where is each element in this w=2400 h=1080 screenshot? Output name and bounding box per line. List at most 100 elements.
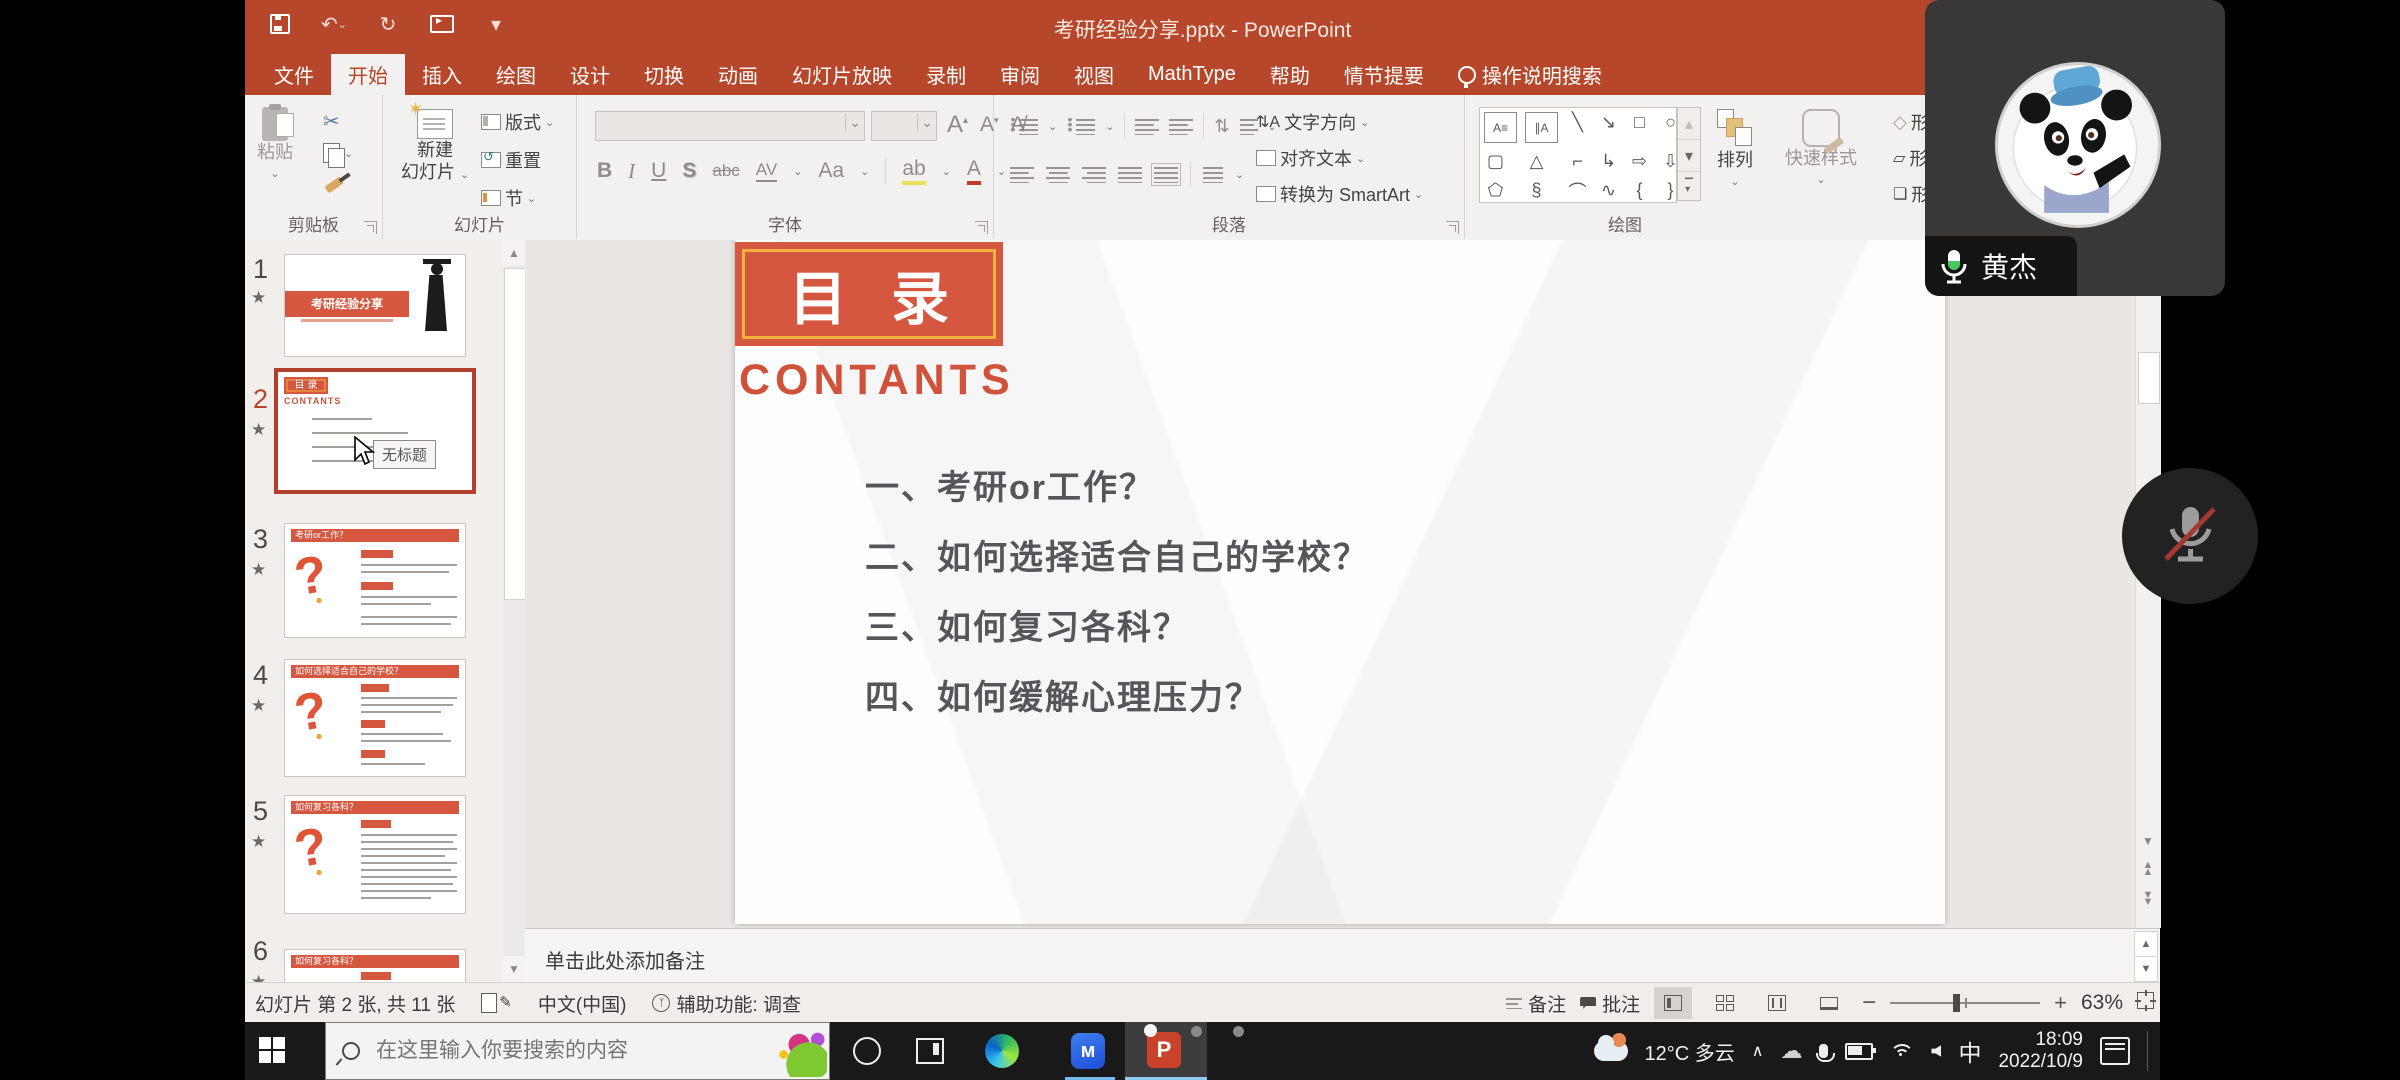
align-right-icon[interactable] <box>1082 166 1106 183</box>
new-slide-button[interactable]: 新建 幻灯片 ⌄ <box>401 109 469 186</box>
task-view-icon[interactable] <box>913 1034 947 1068</box>
shape-curve-icon[interactable]: ∿ <box>1593 176 1624 205</box>
change-case-button[interactable]: Aa <box>818 159 844 183</box>
shape-scribble-icon[interactable]: § <box>1521 176 1552 205</box>
search-input[interactable] <box>374 1038 708 1064</box>
format-painter-button[interactable] <box>325 181 343 189</box>
toc-heading-box[interactable]: 目 录 <box>735 242 1003 346</box>
convert-smartart-button[interactable]: 转换为 SmartArt⌄ <box>1256 181 1423 207</box>
toc-subheading[interactable]: CONTANTS <box>739 356 1015 405</box>
tab-mathtype[interactable]: MathType <box>1131 54 1253 95</box>
align-left-icon[interactable] <box>1010 166 1034 183</box>
thumbnail-slide-2-selected[interactable]: 目 录 CONTANTS <box>278 372 472 490</box>
font-name-combo[interactable] <box>595 111 865 141</box>
text-direction-button[interactable]: ⇅A文字方向⌄ <box>1256 109 1369 135</box>
tab-transitions[interactable]: 切换 <box>627 54 701 95</box>
paste-button[interactable]: 粘贴⌄ <box>257 107 293 185</box>
search-highlights-icon[interactable] <box>765 1027 827 1077</box>
zoom-slider[interactable] <box>1890 1002 2040 1004</box>
align-text-button[interactable]: 对齐文本⌄ <box>1256 145 1365 171</box>
accessibility-status[interactable]: ᛉ 辅助功能: 调查 <box>652 990 801 1017</box>
zoom-in-button[interactable]: + <box>2054 990 2067 1016</box>
highlight-color-button[interactable]: ab <box>902 157 925 185</box>
reset-button[interactable]: 重置 <box>481 147 541 173</box>
shape-elbow-arrow-icon[interactable]: ↳ <box>1593 147 1624 176</box>
tab-home[interactable]: 开始 <box>331 54 405 95</box>
shape-line-icon[interactable]: ╲ <box>1562 108 1593 137</box>
bold-button[interactable]: B <box>597 159 612 183</box>
layout-button[interactable]: 版式⌄ <box>481 109 554 135</box>
tab-insert[interactable]: 插入 <box>405 54 479 95</box>
thumb-scroll-down-icon[interactable]: ▼ <box>503 956 525 982</box>
numbering-icon[interactable] <box>1067 118 1095 135</box>
thumbnail-slide-1[interactable]: 考研经验分享 <box>285 255 465 356</box>
align-center-icon[interactable] <box>1046 166 1070 183</box>
zoom-slider-thumb[interactable] <box>1953 994 1960 1012</box>
shape-arc-icon[interactable]: ⌒ <box>1562 176 1593 205</box>
strikethrough-button[interactable]: abc <box>712 161 739 181</box>
tab-file[interactable]: 文件 <box>257 54 331 95</box>
copy-button[interactable]: ⌄ <box>323 143 353 163</box>
increase-font-button[interactable]: A▴ <box>947 111 968 139</box>
text-shadow-button[interactable]: S <box>682 159 696 183</box>
edge-icon[interactable] <box>985 1034 1019 1068</box>
underline-button[interactable]: U <box>651 159 666 183</box>
shape-rectangle-icon[interactable]: □ <box>1624 108 1655 137</box>
toc-item-1[interactable]: 一、考研or工作？ <box>865 460 1155 509</box>
arrange-button[interactable]: 排列⌄ <box>1717 109 1753 193</box>
slide-canvas[interactable]: 目 录 CONTANTS 一、考研or工作？ 二、如何选择适合自己的学校？ 三、… <box>735 240 1945 924</box>
scroll-thumb[interactable] <box>2138 352 2160 404</box>
volume-icon[interactable] <box>1931 1045 1941 1057</box>
zoom-out-button[interactable]: − <box>1862 989 1876 1017</box>
line-spacing-icon[interactable] <box>1240 118 1258 135</box>
shapes-gallery[interactable]: A≡ ∥A ╲ ↘ □ ○ ▢ △ ⌐ ↳ ⇨ ⇩ ⬠ § ⌒ ∿ { } <box>1479 107 1677 203</box>
increase-indent-icon[interactable] <box>1169 118 1193 135</box>
wifi-icon[interactable] <box>1890 1042 1914 1060</box>
reading-view-button[interactable] <box>1758 987 1796 1019</box>
tab-storyboarding[interactable]: 情节提要 <box>1327 54 1441 95</box>
bullets-icon[interactable] <box>1010 118 1038 135</box>
distribute-icon[interactable] <box>1154 166 1178 183</box>
tab-review[interactable]: 审阅 <box>983 54 1057 95</box>
thumbnail-scrollbar[interactable]: ▲ ▼ <box>503 240 525 982</box>
shape-right-arrow-icon[interactable]: ⇨ <box>1624 147 1655 176</box>
notes-placeholder[interactable]: 单击此处添加备注 <box>545 945 705 974</box>
normal-view-button[interactable] <box>1654 987 1692 1019</box>
thumbnail-slide-4[interactable]: 如何选择适合自己的学校？ ? <box>285 660 465 776</box>
weather-label[interactable]: 12°C 多云 <box>1645 1037 1735 1066</box>
shape-vertical-textbox-icon[interactable]: ∥A <box>1525 112 1558 143</box>
language-label[interactable]: 中文(中国) <box>538 990 627 1017</box>
shape-arrow-icon[interactable]: ↘ <box>1593 108 1624 137</box>
fit-to-window-button[interactable] <box>2137 992 2154 1015</box>
meeting-video-tile[interactable]: 黄杰 <box>1925 0 2225 296</box>
tray-expand-icon[interactable]: ∧ <box>1752 1041 1764 1061</box>
section-button[interactable]: 节⌄ <box>481 185 536 211</box>
shape-textbox-icon[interactable]: A≡ <box>1484 112 1517 143</box>
toc-item-2[interactable]: 二、如何选择适合自己的学校？ <box>865 530 1369 579</box>
slide-sorter-view-button[interactable] <box>1706 987 1744 1019</box>
cut-button[interactable]: ✂ <box>323 109 340 134</box>
tab-design[interactable]: 设计 <box>553 54 627 95</box>
notes-pane[interactable]: 单击此处添加备注 ▲ ▼ <box>525 928 2160 983</box>
onedrive-icon[interactable]: ☁ <box>1780 1038 1802 1064</box>
shape-freeform-icon[interactable]: ⬠ <box>1480 176 1511 205</box>
notes-scroll-down-icon[interactable]: ▼ <box>2134 956 2158 982</box>
thumb-scroll-thumb[interactable] <box>504 268 526 600</box>
scroll-down-icon[interactable]: ▼ <box>2137 828 2159 854</box>
thumb-scroll-up-icon[interactable]: ▲ <box>503 240 525 266</box>
columns-icon[interactable] <box>1203 166 1223 183</box>
weather-icon[interactable] <box>1594 1041 1628 1061</box>
taskbar-search-box[interactable] <box>325 1022 830 1080</box>
spellcheck-icon[interactable]: ✎ <box>481 993 512 1013</box>
tab-draw[interactable]: 绘图 <box>479 54 553 95</box>
font-color-button[interactable]: A <box>967 157 981 185</box>
next-slide-icon[interactable]: ▼▼ <box>2137 886 2159 912</box>
font-size-combo[interactable] <box>871 111 937 141</box>
thumbnail-slide-5[interactable]: 如何复习各科？ ? <box>285 796 465 913</box>
notes-toggle[interactable]: 备注 <box>1506 990 1566 1017</box>
action-center-icon[interactable] <box>2100 1037 2130 1065</box>
clipboard-dialog-launcher[interactable] <box>364 221 377 234</box>
tab-slideshow[interactable]: 幻灯片放映 <box>775 54 909 95</box>
show-desktop-strip[interactable] <box>2147 1031 2148 1071</box>
shape-rounded-rectangle-icon[interactable]: ▢ <box>1480 147 1511 176</box>
